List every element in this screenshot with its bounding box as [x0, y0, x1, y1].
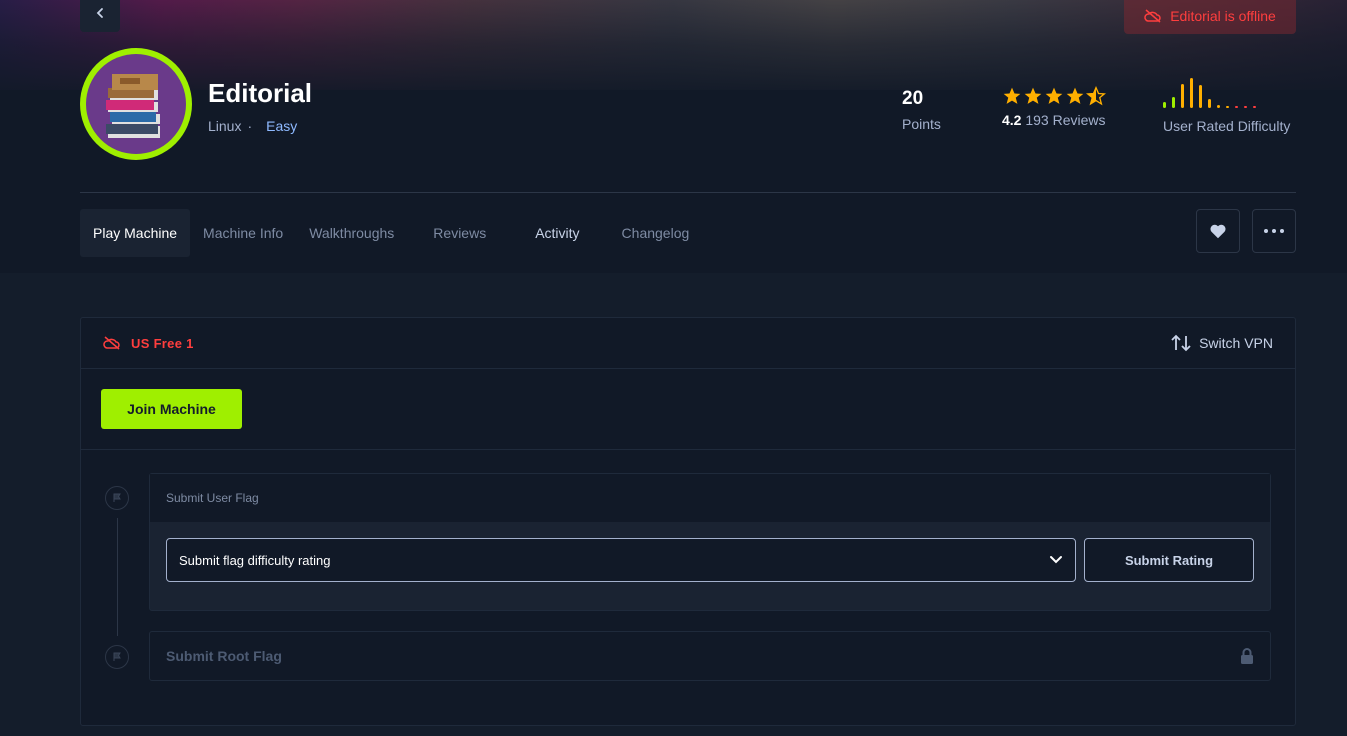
- tab-walkthroughs[interactable]: Walkthroughs: [296, 209, 420, 257]
- status-badge: Editorial is offline: [1124, 0, 1296, 34]
- points-value: 20: [902, 88, 924, 109]
- difficulty-bar: [1253, 106, 1256, 108]
- tab-activity[interactable]: Activity: [522, 209, 608, 257]
- header-divider: [80, 192, 1296, 193]
- points-label: Points: [902, 116, 941, 132]
- os-label: Linux: [208, 118, 242, 134]
- switch-vpn-button[interactable]: Switch VPN: [1171, 334, 1273, 352]
- difficulty-bar: [1190, 78, 1193, 108]
- flag-difficulty-select[interactable]: Submit flag difficulty rating: [166, 538, 1076, 582]
- rating-stat: 4.2 193 Reviews: [1002, 86, 1106, 128]
- root-flag-step: [105, 645, 129, 669]
- tab-machine-info[interactable]: Machine Info: [190, 209, 296, 257]
- star-icon: [1003, 87, 1021, 104]
- difficulty-bar: [1235, 106, 1238, 108]
- difficulty-bar: [1244, 106, 1247, 108]
- machine-meta: Linux · Easy: [208, 118, 297, 134]
- vpn-bar: US Free 1 Switch VPN: [81, 318, 1295, 369]
- machine-tabs: Play Machine Machine Info Walkthroughs R…: [80, 209, 702, 257]
- select-value: Submit flag difficulty rating: [179, 552, 331, 568]
- join-machine-button[interactable]: Join Machine: [101, 389, 242, 429]
- cloud-off-icon: [1144, 9, 1161, 23]
- difficulty-bar: [1181, 84, 1184, 108]
- tab-changelog[interactable]: Changelog: [609, 209, 703, 257]
- status-text: Editorial is offline: [1170, 8, 1276, 24]
- difficulty-chart: [1163, 76, 1290, 108]
- tab-reviews[interactable]: Reviews: [420, 209, 522, 257]
- review-count: 193 Reviews: [1025, 112, 1106, 128]
- vpn-status: US Free 1: [103, 336, 194, 351]
- machine-header: Editorial is offline Editorial Linux · E…: [0, 0, 1347, 273]
- lock-icon: [1241, 648, 1253, 664]
- meta-separator: ·: [247, 118, 253, 134]
- books-icon: [106, 74, 160, 138]
- flag-timeline: [117, 518, 118, 636]
- chevron-down-icon: [1050, 556, 1062, 564]
- join-section: Join Machine: [81, 369, 1295, 450]
- difficulty-bar: [1199, 85, 1202, 108]
- back-button[interactable]: [80, 0, 120, 32]
- heart-icon: [1210, 224, 1226, 239]
- difficulty-stat: User Rated Difficulty: [1163, 76, 1290, 134]
- difficulty-bar: [1208, 99, 1211, 108]
- difficulty-chart-label: User Rated Difficulty: [1163, 118, 1291, 134]
- difficulty-bar: [1172, 97, 1175, 108]
- user-flag-title: Submit User Flag: [150, 474, 1270, 522]
- root-flag-card[interactable]: Submit Root Flag: [149, 631, 1271, 681]
- rating-summary: 4.2 193 Reviews: [1002, 112, 1106, 128]
- vpn-server-name: US Free 1: [131, 335, 194, 351]
- submit-rating-button[interactable]: Submit Rating: [1084, 538, 1254, 582]
- tab-play-machine[interactable]: Play Machine: [80, 209, 191, 257]
- points-stat: 20 Points: [902, 88, 941, 132]
- root-flag-title: Submit Root Flag: [166, 648, 282, 664]
- star-icon: [1066, 87, 1084, 104]
- favorite-button[interactable]: [1196, 209, 1240, 253]
- user-flag-step: [105, 486, 129, 510]
- user-flag-card: Submit User Flag Submit flag difficulty …: [149, 473, 1271, 611]
- rating-value: 4.2: [1002, 112, 1022, 128]
- chevron-left-icon: [96, 8, 103, 18]
- flag-icon: [113, 652, 121, 661]
- star-rating: [1002, 86, 1106, 106]
- star-icon: [1045, 87, 1063, 104]
- difficulty-label: Easy: [266, 118, 298, 134]
- more-horizontal-icon: [1264, 229, 1284, 233]
- difficulty-bar: [1226, 106, 1229, 108]
- cloud-off-icon: [103, 336, 120, 350]
- play-machine-panel: US Free 1 Switch VPN Join Machine Submit…: [80, 317, 1296, 726]
- star-icon: [1024, 87, 1042, 104]
- switch-vpn-label: Switch VPN: [1199, 335, 1273, 351]
- machine-avatar: [80, 48, 192, 160]
- difficulty-bar: [1163, 102, 1166, 108]
- swap-vertical-icon: [1171, 334, 1191, 352]
- flag-icon: [113, 493, 121, 502]
- star-half-icon: [1086, 86, 1106, 106]
- more-options-button[interactable]: [1252, 209, 1296, 253]
- machine-title: Editorial: [208, 78, 313, 108]
- difficulty-bar: [1217, 105, 1220, 108]
